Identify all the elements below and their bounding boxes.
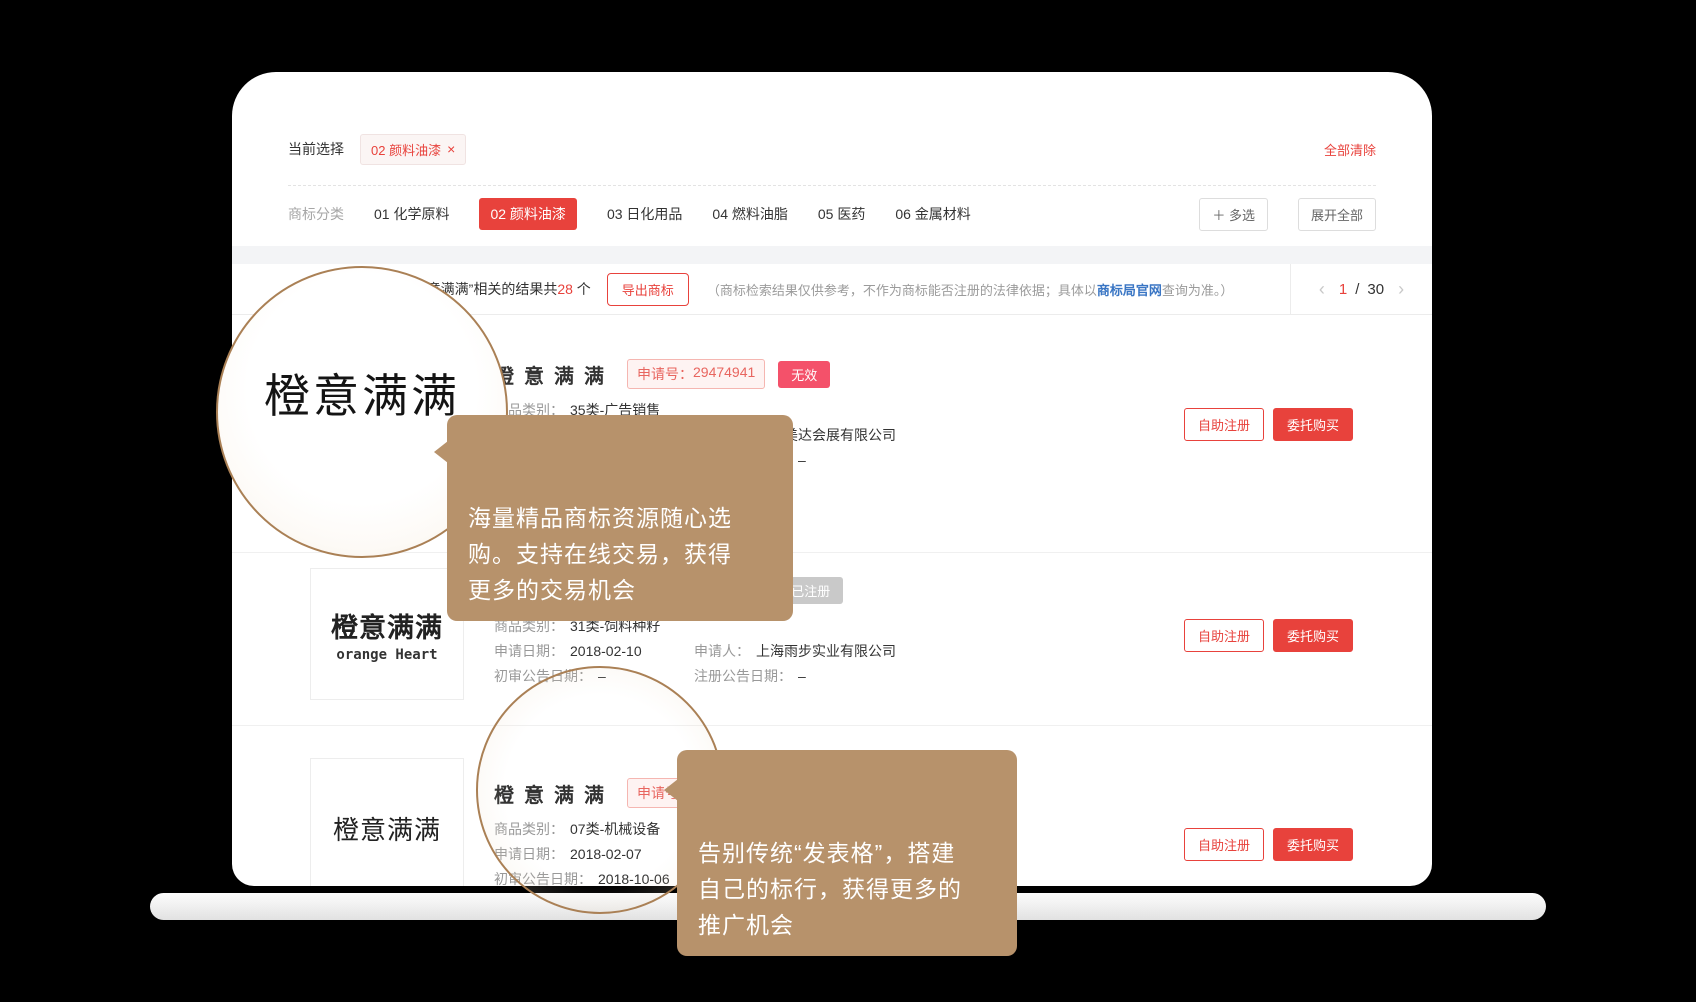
row-actions: 自助注册 委托购买 [1184,828,1353,861]
category-bar-label: 商标分类 [288,204,344,224]
tooltip-text: 告别传统“发表格”，搭建 自己的标行，获得更多的 推广机会 [698,840,962,938]
tooltip-text: 海量精品商标资源随心选 购。支持在线交易，获得 更多的交易机会 [468,505,732,603]
row-actions: 自助注册 委托购买 [1184,619,1353,652]
trademark-name: 橙意满满 [494,779,614,808]
category-item-02-active[interactable]: 02 颜料油漆 [479,198,576,230]
next-page-icon[interactable]: › [1392,279,1410,300]
trademark-name: 橙意满满 [494,360,614,389]
category-row: 商标分类 01 化学原料 02 颜料油漆 03 日化用品 04 燃料油脂 05 … [288,194,1376,234]
export-trademark-button[interactable]: 导出商标 [607,273,689,306]
registration-value: – [798,668,806,684]
current-page: 1 [1339,281,1347,298]
registration-label: 注册公告日期： [694,668,792,684]
pagination: ‹ 1 / 30 › [1290,264,1432,314]
entrust-purchase-button[interactable]: 委托购买 [1273,408,1353,441]
trademark-image-subtext: orange Heart [336,647,437,663]
trademark-image[interactable]: 橙意满满 [310,758,464,886]
close-icon[interactable]: × [447,142,455,156]
promo-tooltip-marketplace: 海量精品商标资源随心选 购。支持在线交易，获得 更多的交易机会 [447,415,793,621]
row-actions: 自助注册 委托购买 [1184,408,1353,441]
multi-select-button[interactable]: ＋ 多选 [1199,198,1268,231]
category-label: 商品类别： [494,619,564,633]
first-trial-value: – [598,668,606,684]
self-register-button[interactable]: 自助注册 [1184,619,1264,652]
applicant-label: 申请人： [694,643,750,659]
category-value: 31类-饲料种籽 [570,619,660,633]
promo-tooltip-promotion: 告别传统“发表格”，搭建 自己的标行，获得更多的 推广机会 [677,750,1017,956]
trademark-image[interactable]: 橙意满满 orange Heart [310,568,464,700]
clear-all-button[interactable]: 全部清除 [1324,140,1376,159]
current-selection-label: 当前选择 [288,139,344,159]
trademark-office-link[interactable]: 商标局官网 [1097,283,1162,298]
applicant-value: 上海雨步实业有限公司 [756,643,896,659]
application-number-tag: 申请号：29474941 [627,359,765,389]
total-pages: 30 [1367,281,1384,298]
category-item-01[interactable]: 01 化学原料 [374,204,449,224]
apply-date-value: 2018-02-10 [570,643,642,659]
trademark-image-text: 橙意满满 [331,606,443,645]
category-label: 商品类别： [494,822,564,836]
category-item-06[interactable]: 06 金属材料 [895,204,970,224]
self-register-button[interactable]: 自助注册 [1184,828,1264,861]
disclaimer-pre: （商标检索结果仅供参考，不作为商标能否注册的法律依据；具体以 [707,283,1097,298]
selected-filter-tag[interactable]: 02 颜料油漆 × [360,134,466,165]
category-item-03[interactable]: 03 日化用品 [607,204,682,224]
apply-date-value: 2018-02-07 [570,846,642,862]
page-separator: / [1355,281,1359,298]
tooltip-arrow-icon [664,779,678,801]
registration-value: – [798,452,806,468]
prev-page-icon[interactable]: ‹ [1313,279,1331,300]
first-trial-label: 初审公告日期： [494,668,592,684]
page: 当前选择 02 颜料油漆 × 全部清除 商标分类 01 化学原料 02 颜料油漆… [0,0,1696,1002]
section-gap [232,246,1432,264]
status-badge: 无效 [778,361,830,388]
apply-date-label: 申请日期： [494,643,564,659]
apply-date-label: 申请日期： [494,846,564,862]
first-trial-value: 2018-10-06 [598,871,670,886]
category-item-05[interactable]: 05 医药 [818,204,865,224]
result-count-number: 28 [557,281,573,297]
entrust-purchase-button[interactable]: 委托购买 [1273,619,1353,652]
first-trial-label: 初审公告日期： [494,871,592,886]
self-register-button[interactable]: 自助注册 [1184,408,1264,441]
result-count-suffix: 个 [573,281,591,297]
table-row: 橙意满满 orange Heart 橙意满满 申请号：29482153 已注册 … [232,552,1432,725]
magnified-trademark-text: 橙意满满 [264,360,460,426]
selected-filter-tag-label: 02 颜料油漆 [371,140,441,159]
disclaimer-text: （商标检索结果仅供参考，不作为商标能否注册的法律依据；具体以商标局官网查询为准。… [707,280,1290,299]
entrust-purchase-button[interactable]: 委托购买 [1273,828,1353,861]
filter-section: 当前选择 02 颜料油漆 × 全部清除 商标分类 01 化学原料 02 颜料油漆… [232,72,1432,234]
current-selection-row: 当前选择 02 颜料油漆 × 全部清除 [288,72,1376,169]
expand-all-button[interactable]: 展开全部 [1298,198,1376,231]
tooltip-arrow-icon [434,441,448,463]
divider [288,185,1376,186]
category-value: 07类-机械设备 [570,822,660,836]
category-item-04[interactable]: 04 燃料油脂 [712,204,787,224]
disclaimer-post: 查询为准。） [1162,283,1234,298]
trademark-image-text: 橙意满满 [333,810,441,847]
